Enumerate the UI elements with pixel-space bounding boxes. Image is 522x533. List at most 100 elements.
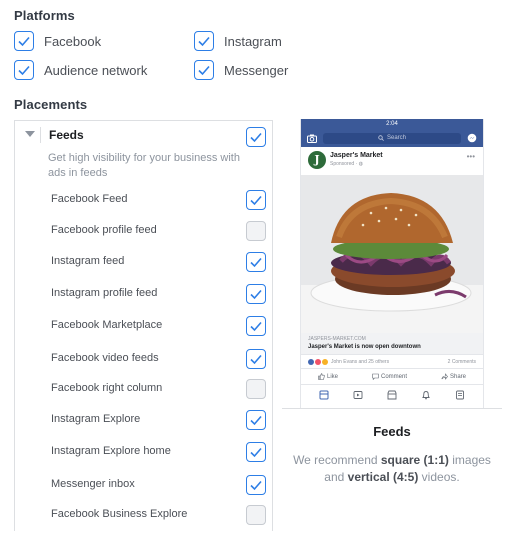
placement-row[interactable]: Facebook Feed — [15, 188, 272, 214]
placement-row[interactable]: Instagram Explore — [15, 408, 272, 434]
placement-label: Facebook Feed — [51, 193, 128, 205]
placement-checkbox[interactable] — [246, 252, 266, 272]
placement-checkbox[interactable] — [246, 349, 266, 369]
checkbox[interactable] — [14, 60, 34, 80]
placement-row[interactable]: Facebook Business Explore — [15, 503, 272, 529]
burger-image — [301, 175, 483, 333]
placements-title: Placements — [14, 97, 88, 112]
platform-instagram[interactable]: Instagram — [194, 31, 282, 51]
page-logo: J — [308, 151, 326, 169]
placement-row[interactable]: Facebook video feeds — [15, 347, 272, 373]
checkmark-icon — [250, 321, 262, 332]
share-action: Share — [441, 373, 466, 380]
reaction-icons — [308, 358, 328, 365]
platforms-title: Platforms — [14, 8, 75, 23]
platform-label: Messenger — [224, 62, 289, 78]
checkbox[interactable] — [194, 31, 214, 51]
placement-label: Instagram profile feed — [51, 287, 158, 299]
collapse-caret-icon[interactable] — [25, 131, 35, 137]
checkmark-icon — [198, 65, 210, 76]
page-name: Jasper's Market — [330, 152, 383, 159]
preview-title: Feeds — [373, 424, 411, 439]
placement-row[interactable]: Facebook right column — [15, 377, 272, 403]
link-url: JASPERS-MARKET.COM — [308, 336, 366, 342]
camera-icon — [307, 133, 317, 143]
divider — [40, 127, 41, 143]
placement-row[interactable]: Instagram feed — [15, 250, 272, 276]
checkmark-icon — [18, 65, 30, 76]
ad-image — [301, 175, 483, 333]
preview-divider — [282, 408, 502, 409]
placement-checkbox[interactable] — [246, 410, 266, 430]
reactions-bar: John Evans and 25 others 2 Comments — [301, 355, 483, 369]
placement-label: Facebook video feeds — [51, 352, 159, 364]
placement-checkbox[interactable] — [246, 190, 266, 210]
status-time: 2:04 — [386, 121, 398, 127]
comment-icon — [372, 373, 379, 380]
vertical-ratio: vertical (4:5) — [347, 470, 419, 484]
placement-label: Facebook profile feed — [51, 224, 157, 236]
checkmark-icon — [250, 132, 262, 143]
platform-facebook[interactable]: Facebook — [14, 31, 101, 51]
placement-label: Instagram Explore — [51, 413, 141, 425]
placements-list: Feeds Get high visibility for your busin… — [14, 120, 273, 531]
checkbox[interactable] — [194, 60, 214, 80]
placement-checkbox[interactable] — [246, 505, 266, 525]
placement-label: Facebook Marketplace — [51, 319, 163, 331]
checkbox[interactable] — [14, 31, 34, 51]
checkmark-icon — [250, 289, 262, 300]
placement-row[interactable]: Instagram Explore home — [15, 440, 272, 466]
messenger-icon — [467, 133, 477, 143]
placement-checkbox[interactable] — [246, 379, 266, 399]
checkmark-icon — [198, 36, 210, 47]
link-title: Jasper's Market is now open downtown — [308, 344, 421, 350]
post-actions: Like Comment Share — [301, 369, 483, 385]
ad-post-header: J Jasper's Market Sponsored · ◍ ••• — [301, 147, 483, 175]
platform-audience-network[interactable]: Audience network — [14, 60, 147, 80]
phone-tab-bar — [301, 385, 483, 405]
feeds-group-checkbox[interactable] — [246, 127, 266, 147]
placement-label: Facebook right column — [51, 382, 163, 394]
phone-status-bar: 2:04 — [301, 119, 483, 129]
placement-checkbox[interactable] — [246, 221, 266, 241]
placement-label: Facebook Business Explore — [51, 508, 188, 520]
search-placeholder: Search — [386, 135, 406, 141]
placement-row[interactable]: Messenger inbox — [15, 473, 272, 499]
checkmark-icon — [250, 257, 262, 268]
placement-label: Messenger inbox — [51, 478, 135, 490]
share-icon — [441, 373, 448, 380]
placement-checkbox[interactable] — [246, 284, 266, 304]
checkmark-icon — [250, 415, 262, 426]
platform-messenger[interactable]: Messenger — [194, 60, 288, 80]
checkmark-icon — [250, 195, 262, 206]
placement-row[interactable]: Facebook profile feed — [15, 219, 272, 245]
marketplace-icon — [387, 390, 397, 400]
placement-checkbox[interactable] — [246, 442, 266, 462]
feeds-group-header[interactable]: Feeds — [15, 121, 272, 151]
placement-row[interactable]: Instagram profile feed — [15, 282, 272, 308]
checkmark-icon — [250, 447, 262, 458]
platform-label: Audience network — [44, 62, 148, 78]
placement-checkbox[interactable] — [246, 316, 266, 336]
preview-description: We recommend square (1:1) images and ver… — [293, 453, 491, 484]
link-preview: JASPERS-MARKET.COM Jasper's Market is no… — [301, 333, 483, 355]
menu-icon — [455, 390, 465, 400]
sponsored-label: Sponsored · ◍ — [330, 161, 363, 167]
search-bar: Search — [323, 132, 461, 144]
checkmark-icon — [250, 480, 262, 491]
placement-checkbox[interactable] — [246, 475, 266, 495]
placement-row[interactable]: Facebook Marketplace — [15, 314, 272, 340]
facebook-nav-bar: Search — [301, 129, 483, 147]
square-ratio: square (1:1) — [380, 453, 449, 467]
notifications-icon — [421, 390, 431, 400]
thumbs-up-icon — [318, 373, 325, 380]
checkmark-icon — [18, 36, 30, 47]
more-options-icon: ••• — [466, 152, 475, 161]
placement-label: Instagram feed — [51, 255, 125, 267]
video-icon — [353, 390, 363, 400]
news-feed-icon — [319, 390, 329, 400]
comments-count: 2 Comments — [447, 358, 476, 365]
reactions-text: John Evans and 25 others — [331, 358, 390, 365]
placement-label: Instagram Explore home — [51, 445, 171, 457]
like-action: Like — [318, 373, 338, 380]
